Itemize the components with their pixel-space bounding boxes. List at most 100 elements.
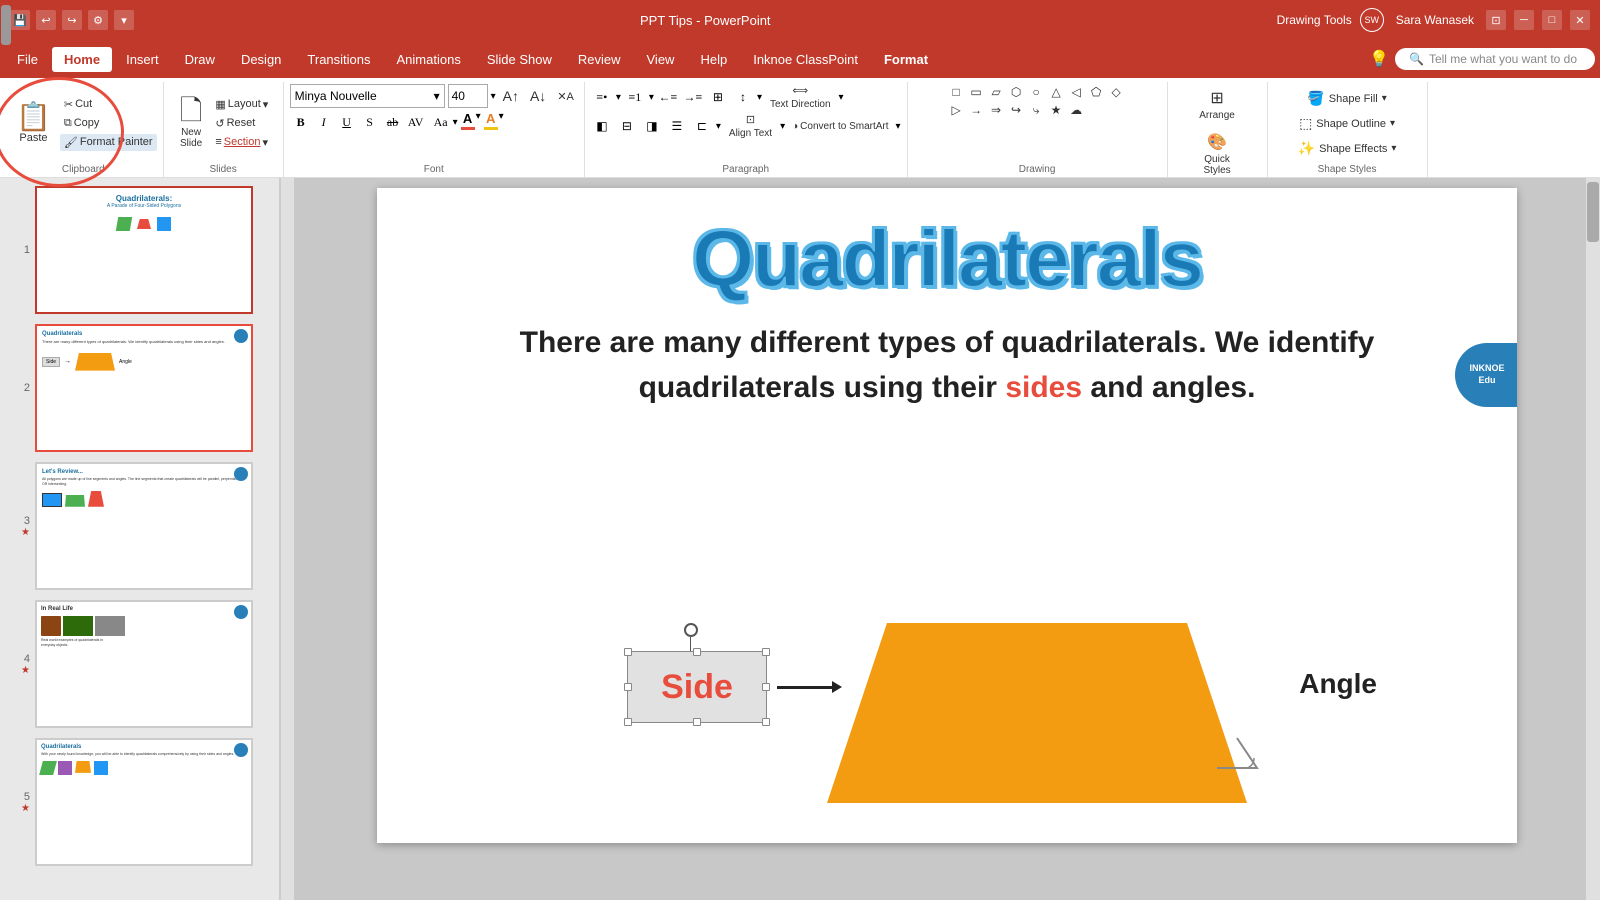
handle-tm[interactable] [693,648,701,656]
menu-transitions[interactable]: Transitions [295,47,382,72]
menu-file[interactable]: File [5,47,50,72]
ribbon-display-icon[interactable]: ⊡ [1486,10,1506,30]
font-size-input[interactable]: 40 [448,84,488,108]
font-group: Minya Nouvelle ▾ 40 ▾ A↑ A↓ ✕A B I U S a… [284,82,585,177]
shape-pentagon[interactable]: ⬠ [1087,84,1105,100]
menu-review[interactable]: Review [566,47,633,72]
new-slide-icon: 🗋 [180,97,203,125]
tell-me-input[interactable]: 🔍 Tell me what you want to do [1395,48,1595,70]
col-layout-button[interactable]: ⊏ [691,115,713,137]
convert-smartart-button[interactable]: ◑ Convert to SmartArt [788,119,892,134]
cut-button[interactable]: ✂ Cut [60,96,157,113]
handle-bl[interactable] [624,718,632,726]
shape-snip-rect[interactable]: ⬡ [1007,84,1025,100]
t3-title: Let's Review... [42,469,246,475]
save-icon[interactable]: 💾 [10,10,30,30]
undo-icon[interactable]: ↩ [36,10,56,30]
shape-callout[interactable]: ☁ [1067,102,1085,118]
canvas-scrollbar[interactable] [1586,178,1600,900]
increase-indent-button[interactable]: →≡ [682,86,704,108]
shape-arrow4[interactable]: ⤷ [1027,102,1045,118]
font-size-aa-button[interactable]: Aa [430,111,452,133]
italic-button[interactable]: I [313,111,335,133]
shape-arrow2[interactable]: ⇒ [987,102,1005,118]
font-grow-button[interactable]: A↑ [499,86,523,106]
shape-rounded-rect[interactable]: ▭ [967,84,985,100]
slide-thumb-2[interactable]: 2 Quadrilaterals There are many differen… [5,321,274,455]
line-spacing-button[interactable]: ↕ [732,86,754,108]
align-center-button[interactable]: ⊟ [616,115,638,137]
text-direction-button[interactable]: ⟺ Text Direction [765,84,836,110]
slide-panel-scrollbar[interactable] [280,178,294,900]
align-text-button[interactable]: ⊡ Align Text [724,113,777,139]
align-right-button[interactable]: ◨ [641,115,663,137]
font-shrink-button[interactable]: A↓ [526,86,550,106]
handle-bm[interactable] [693,718,701,726]
angle-text: Angle [1299,668,1377,699]
shape-star[interactable]: ★ [1047,102,1065,118]
section-button[interactable]: ≡ Section ▾ [211,134,272,151]
handle-mr[interactable] [762,683,770,691]
menu-design[interactable]: Design [229,47,293,72]
shape-arrow1[interactable]: → [967,102,985,118]
close-icon[interactable]: ✕ [1570,10,1590,30]
menu-slideshow[interactable]: Slide Show [475,47,564,72]
shape-arrow3[interactable]: ↪ [1007,102,1025,118]
menu-view[interactable]: View [635,47,687,72]
handle-tl[interactable] [624,648,632,656]
strikethrough-button[interactable]: ab [382,111,404,133]
underline-button[interactable]: U [336,111,358,133]
slide-thumb-3[interactable]: 3 ★ Let's Review... All polygons are mad… [5,459,274,593]
align-left-button[interactable]: ◧ [591,115,613,137]
menu-inknoe[interactable]: Inknoe ClassPoint [741,47,870,72]
menu-insert[interactable]: Insert [114,47,171,72]
shape-effects-button[interactable]: ✨ Shape Effects ▾ [1293,138,1402,159]
customize-icon[interactable]: ⚙ [88,10,108,30]
bold-button[interactable]: B [290,111,312,133]
shape-parallelogram[interactable]: ▷ [947,102,965,118]
paste-button[interactable]: 📋 Paste [10,99,57,148]
new-slide-button[interactable]: 🗋 New Slide [174,93,209,153]
layout-button[interactable]: ▦ Layout ▾ [211,96,272,113]
menu-help[interactable]: Help [688,47,739,72]
quick-styles-button[interactable]: 🎨 Quick Styles [1197,128,1236,180]
rotate-handle[interactable] [684,623,698,637]
bullet-list-button[interactable]: ≡• [591,86,613,108]
inknoe-classpoint-button[interactable]: INKNOE Edu [1455,343,1517,407]
format-painter-button[interactable]: 🖌 Format Painter [60,134,157,151]
handle-tr[interactable] [762,648,770,656]
menu-format[interactable]: Format [872,47,940,72]
extra-icon[interactable]: ▾ [114,10,134,30]
maximize-icon[interactable]: □ [1542,10,1562,30]
shadow-button[interactable]: S [359,111,381,133]
clear-format-button[interactable]: ✕A [553,88,578,105]
shape-rect[interactable]: □ [947,84,965,100]
slide-thumb-4[interactable]: 4 ★ In Real Life Real world examples of … [5,597,274,731]
handle-ml[interactable] [624,683,632,691]
slide-thumb-1[interactable]: 1 Quadrilaterals: A Parade of Four-Sided… [5,183,274,317]
menu-draw[interactable]: Draw [173,47,227,72]
menu-animations[interactable]: Animations [385,47,473,72]
redo-icon[interactable]: ↪ [62,10,82,30]
col-break-button[interactable]: ⊞ [707,86,729,108]
section-icon: ≡ [215,136,221,148]
shape-rect2[interactable]: ▱ [987,84,1005,100]
copy-button[interactable]: ⧉ Copy [60,115,157,132]
handle-br[interactable] [762,718,770,726]
reset-button[interactable]: ↺ Reset [211,115,272,132]
slide-thumb-5[interactable]: 5 ★ Quadrilaterals With your newly found… [5,735,274,869]
menu-home[interactable]: Home [52,47,112,72]
minimize-icon[interactable]: ─ [1514,10,1534,30]
char-spacing-button[interactable]: AV [405,111,427,133]
shape-outline-button[interactable]: ⬚ Shape Outline ▾ [1294,113,1400,134]
arrange-button[interactable]: ⊞ Arrange [1193,84,1241,125]
justify-button[interactable]: ☰ [666,115,688,137]
font-name-selector[interactable]: Minya Nouvelle ▾ [290,84,445,108]
decrease-indent-button[interactable]: ←≡ [657,86,679,108]
shape-triangle[interactable]: △ [1047,84,1065,100]
shape-diamond[interactable]: ◇ [1107,84,1125,100]
shape-oval[interactable]: ○ [1027,84,1045,100]
number-list-button[interactable]: ≡1 [624,86,646,108]
shape-rtri[interactable]: ◁ [1067,84,1085,100]
shape-fill-button[interactable]: 🪣 Shape Fill ▾ [1302,88,1391,109]
